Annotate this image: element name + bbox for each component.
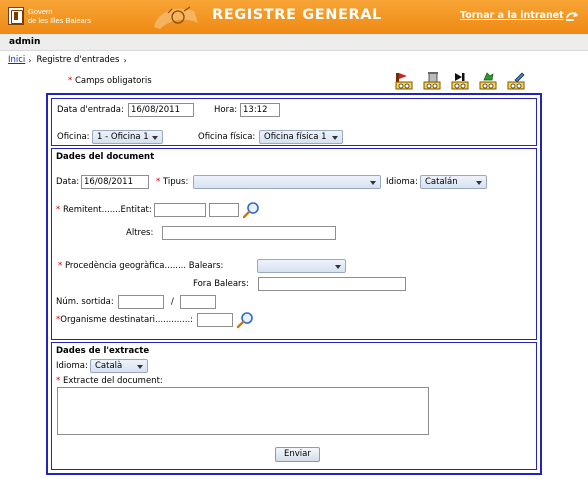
govern-emblem-icon bbox=[8, 7, 24, 25]
sender-entity-input[interactable] bbox=[154, 203, 206, 217]
exit-year-input[interactable] bbox=[180, 295, 216, 309]
destination-org-input[interactable] bbox=[197, 313, 233, 327]
outside-balears-label: Fora Balears: bbox=[193, 279, 249, 289]
type-select[interactable] bbox=[193, 175, 381, 189]
app-header: Govern de les Illes Balears REGISTRE GEN… bbox=[0, 0, 588, 34]
next-icon[interactable] bbox=[450, 71, 470, 91]
office-label: Oficina: bbox=[57, 132, 90, 142]
toolbar bbox=[394, 71, 526, 91]
breadcrumb-separator: › bbox=[28, 55, 32, 65]
delete-icon[interactable] bbox=[422, 71, 442, 91]
chevron-down-icon bbox=[476, 181, 482, 185]
others-input[interactable] bbox=[162, 226, 336, 240]
document-date-input[interactable] bbox=[81, 175, 149, 189]
extract-label: * Extracte del document: bbox=[56, 376, 163, 386]
sender-label: * Remitent.......Entitat: bbox=[56, 205, 152, 215]
destination-org-label: *Organisme destinatari.............: bbox=[56, 315, 194, 325]
org-name-line2: de les Illes Balears bbox=[28, 16, 91, 25]
sender-entity-sub-input[interactable] bbox=[209, 203, 239, 217]
breadcrumb-current: Registre d'entrades bbox=[36, 55, 120, 65]
chevron-down-icon bbox=[137, 365, 143, 369]
language-select[interactable]: Catalán bbox=[420, 175, 487, 189]
language-label: Idioma: bbox=[386, 177, 418, 187]
extract-language-label: Idioma: bbox=[56, 361, 88, 371]
document-panel: Dades del document Data: * Tipus: Idioma… bbox=[51, 148, 537, 340]
exit-number-input[interactable] bbox=[118, 295, 164, 309]
username: admin bbox=[9, 37, 41, 47]
entry-panel: Data d'entrada: Hora: Oficina: 1 - Ofici… bbox=[51, 98, 537, 146]
org-name-line1: Govern bbox=[28, 7, 53, 16]
breadcrumb-separator: › bbox=[123, 55, 127, 65]
register-entry-form: Data d'entrada: Hora: Oficina: 1 - Ofici… bbox=[46, 93, 542, 475]
time-label: Hora: bbox=[214, 105, 238, 115]
header-decoration-icon bbox=[154, 6, 198, 29]
document-section-title: Dades del document bbox=[56, 152, 155, 162]
extract-panel: Dades de l'extracte Idioma: Català * Ext… bbox=[51, 342, 537, 470]
recycle-icon[interactable] bbox=[478, 71, 498, 91]
user-bar: admin bbox=[0, 34, 588, 51]
document-date-label: Data: bbox=[56, 177, 80, 187]
chevron-down-icon bbox=[152, 136, 158, 140]
app-title: REGISTRE GENERAL bbox=[212, 7, 382, 23]
back-to-intranet-link[interactable]: Tornar a la intranet bbox=[460, 10, 564, 21]
exit-number-separator: / bbox=[171, 297, 174, 307]
govern-logo: Govern de les Illes Balears bbox=[8, 7, 91, 25]
exit-number-label: Núm. sortida: bbox=[56, 297, 114, 307]
origin-label: * Procedència geogràfica........ Balears… bbox=[58, 261, 224, 271]
chevron-down-icon bbox=[370, 181, 376, 185]
physical-office-label: Oficina física: bbox=[198, 132, 256, 142]
submit-button[interactable]: Enviar bbox=[275, 447, 320, 462]
breadcrumb-home-link[interactable]: Inici bbox=[8, 55, 25, 65]
others-label: Altres: bbox=[126, 228, 154, 238]
breadcrumb: Inici › Registre d'entrades › bbox=[8, 55, 132, 65]
outside-balears-input[interactable] bbox=[258, 277, 406, 291]
type-label: * Tipus: bbox=[156, 177, 189, 187]
origin-balears-select[interactable] bbox=[257, 259, 346, 273]
entry-date-label: Data d'entrada: bbox=[57, 105, 124, 115]
office-select[interactable]: 1 - Oficina 1 bbox=[92, 130, 163, 144]
extract-section-title: Dades de l'extracte bbox=[56, 346, 150, 356]
chevron-down-icon bbox=[335, 265, 341, 269]
entry-date-input[interactable] bbox=[128, 103, 194, 117]
edit-icon[interactable] bbox=[506, 71, 526, 91]
search-icon[interactable] bbox=[242, 201, 260, 219]
extract-textarea[interactable] bbox=[57, 387, 429, 435]
search-icon[interactable] bbox=[236, 311, 254, 329]
chevron-down-icon bbox=[332, 136, 338, 140]
required-fields-note: * Camps obligatoris bbox=[68, 76, 152, 86]
new-register-icon[interactable] bbox=[394, 71, 414, 91]
return-arrow-icon[interactable] bbox=[564, 9, 580, 23]
time-input[interactable] bbox=[240, 103, 280, 117]
extract-language-select[interactable]: Català bbox=[90, 359, 148, 373]
physical-office-select[interactable]: Oficina física 1 bbox=[259, 130, 343, 144]
